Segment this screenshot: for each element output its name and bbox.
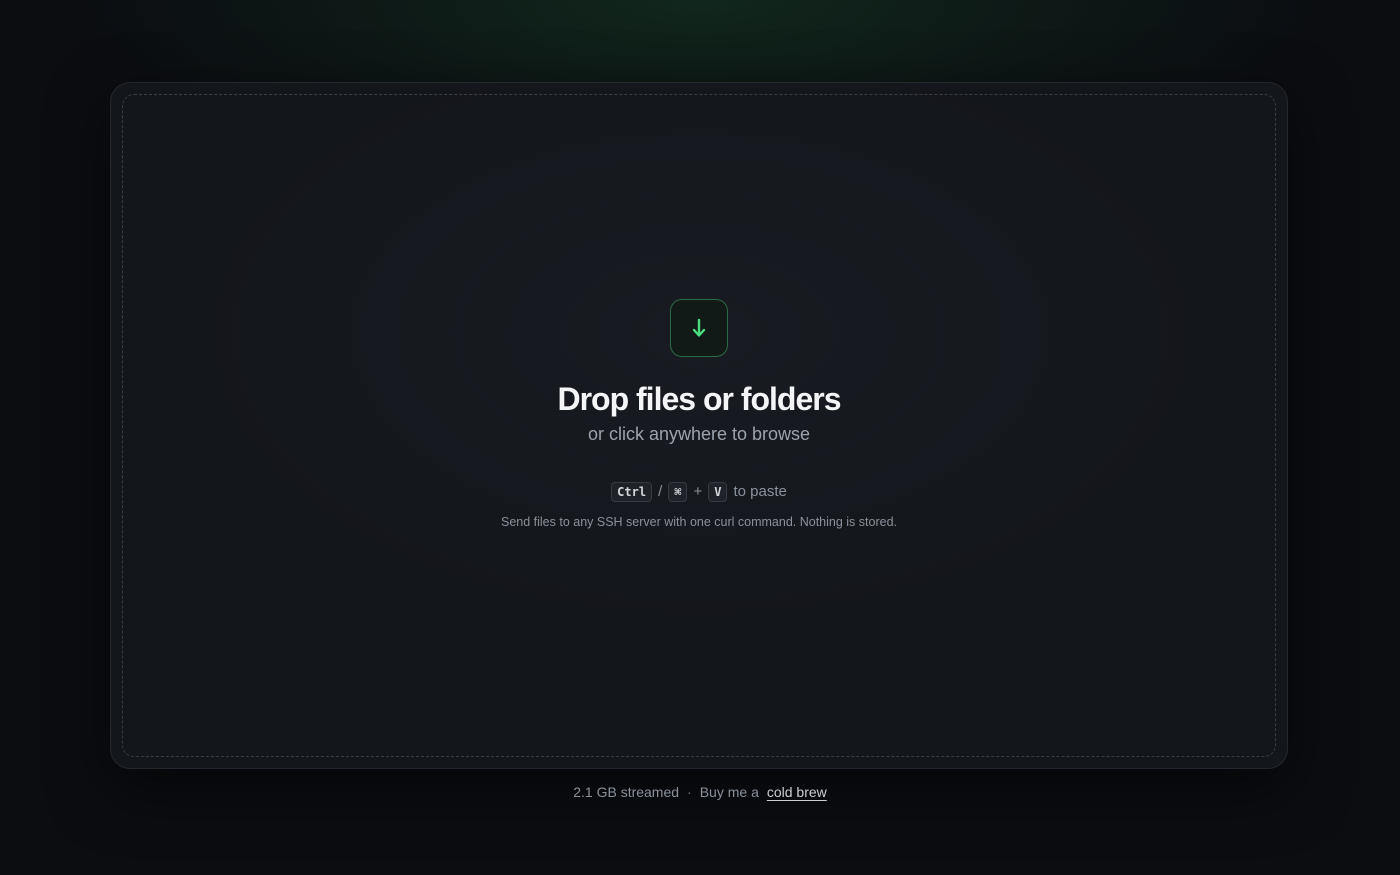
dropzone-headline: Drop files or folders	[557, 381, 841, 417]
dropzone[interactable]: Drop files or folders or click anywhere …	[110, 82, 1288, 769]
kbd-slash: /	[658, 483, 663, 500]
tagline: Send files to any SSH server with one cu…	[500, 515, 897, 529]
footer-separator: ·	[687, 784, 692, 800]
dropzone-content: Drop files or folders or click anywhere …	[111, 299, 1287, 531]
streamed-stat: 2.1 GB streamed	[573, 784, 680, 800]
arrow-down-icon	[670, 299, 728, 357]
paste-hint: Ctrl / ⌘ + V to paste	[611, 481, 787, 503]
donate-link[interactable]: cold brew	[767, 782, 827, 802]
kbd-v: V	[708, 482, 728, 502]
donate-prefix: Buy me a	[699, 784, 759, 800]
footer: 2.1 GB streamed · Buy me a cold brew	[0, 782, 1400, 802]
dropzone-subline: or click anywhere to browse	[587, 424, 811, 444]
kbd-plus: +	[693, 483, 703, 500]
paste-suffix: to paste	[733, 483, 787, 500]
kbd-cmd: ⌘	[668, 482, 688, 502]
kbd-ctrl: Ctrl	[611, 482, 653, 502]
